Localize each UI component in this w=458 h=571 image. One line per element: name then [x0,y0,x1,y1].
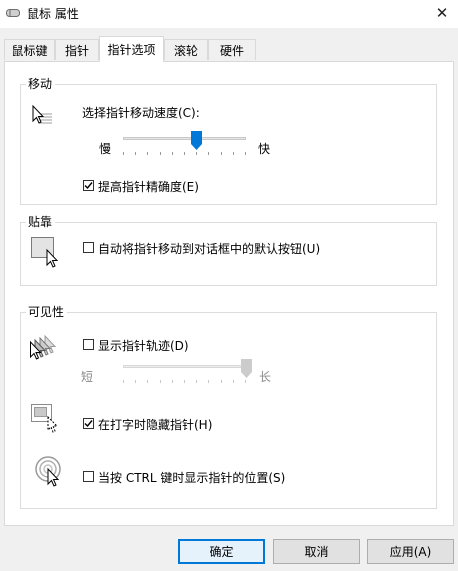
slider-tick [172,380,173,383]
slider-tick [135,380,136,383]
tab-label: 指针 [64,43,89,58]
pointer-trails-checkbox[interactable] [83,339,94,350]
short-label: 短 [81,370,94,384]
trail-length-slider-thumb[interactable] [241,359,252,378]
ok-button[interactable]: 确定 [178,539,265,564]
long-label: 长 [259,370,272,384]
apply-button[interactable]: 应用(A) [367,539,454,564]
hide-while-typing-label[interactable]: 在打字时隐藏指针(H) [98,416,212,433]
tab-label: 指针选项 [107,43,156,57]
snap-to-button-icon [30,236,64,273]
slider-tick [147,152,148,155]
slider-tick [221,380,222,383]
close-button[interactable]: ✕ [430,2,454,24]
cancel-button[interactable]: 取消 [273,539,360,564]
slider-tick [123,380,124,383]
show-location-checkbox[interactable] [83,471,94,482]
window-title: 鼠标 属性 [27,7,79,21]
snap-to-default-checkbox[interactable] [83,242,94,253]
tab-buttons[interactable]: 鼠标键 [4,39,55,60]
slider-tick [208,380,209,383]
slider-tick [233,152,234,155]
pointer-trails-label[interactable]: 显示指针轨迹(D) [98,337,189,354]
tab-label: 硬件 [219,43,244,58]
tab-pointers[interactable]: 指针 [55,39,99,60]
snap-to-default-label[interactable]: 自动将指针移动到对话框中的默认按钮(U) [98,240,320,257]
visibility-group-title: 可见性 [26,303,68,320]
speed-slider-ticks [123,152,246,156]
snap-group-title: 贴靠 [26,213,56,230]
slider-tick [196,380,197,383]
pointer-location-icon [34,455,66,492]
tab-wheel[interactable]: 滚轮 [164,39,208,60]
ok-button-label: 确定 [209,545,234,559]
slider-tick [221,152,222,155]
pointer-trails-icon [30,333,66,364]
slider-tick [208,152,209,155]
slider-tick [123,152,124,155]
slow-label: 慢 [99,142,112,156]
mouse-icon [6,7,20,19]
slider-tick [233,380,234,383]
slider-tick [184,380,185,383]
slider-tick [184,152,185,155]
trail-length-slider-track[interactable] [123,365,246,368]
fast-label: 快 [258,142,271,156]
slider-tick [245,152,246,155]
slider-tick [245,380,246,383]
tab-label: 鼠标键 [11,43,48,58]
tab-pointer-options[interactable]: 指针选项 [99,36,164,62]
tab-label: 滚轮 [173,43,198,58]
title-bar: 鼠标 属性 ✕ [0,0,458,28]
slider-tick [135,152,136,155]
slider-tick [147,380,148,383]
show-location-label[interactable]: 当按 CTRL 键时显示指针的位置(S) [98,469,285,486]
slider-tick [160,152,161,155]
close-icon: ✕ [435,4,449,22]
speed-slider-thumb[interactable] [191,131,202,150]
tab-hardware[interactable]: 硬件 [208,39,256,60]
pointer-speed-icon [30,104,54,129]
motion-group-title: 移动 [26,75,56,92]
speed-label: 选择指针移动速度(C): [82,106,200,120]
slider-tick [160,380,161,383]
hide-while-typing-checkbox[interactable] [83,418,94,429]
apply-button-label: 应用(A) [389,545,432,559]
hide-while-typing-icon [30,403,62,438]
enhance-precision-label[interactable]: 提高指针精确度(E) [98,178,199,195]
slider-tick [172,152,173,155]
trail-length-slider-ticks [123,380,246,384]
enhance-precision-checkbox[interactable] [83,180,94,191]
speed-slider-track[interactable] [123,137,246,140]
cancel-button-label: 取消 [304,545,329,559]
slider-tick [196,152,197,155]
